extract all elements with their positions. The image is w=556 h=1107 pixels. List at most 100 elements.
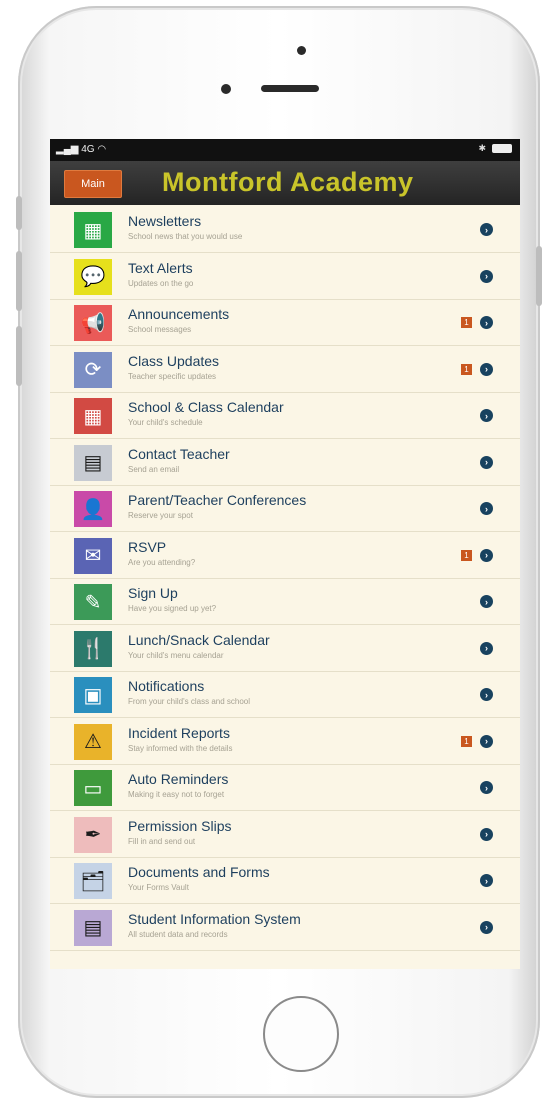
menu-row-title: Contact Teacher [128, 445, 230, 462]
person-silhouette-icon: 👤 [74, 491, 112, 527]
chevron-right-icon[interactable]: › [480, 827, 493, 841]
menu-row[interactable]: ▦ Newsletters School news that you would u… [50, 207, 520, 253]
front-camera [297, 46, 306, 55]
unread-badge: 1 [461, 363, 472, 375]
app-title: Montford Academy [162, 167, 414, 197]
menu-row[interactable]: ▭ Auto Reminders Making it easy not to for… [50, 765, 520, 811]
speech-bubble-icon: 💬 [74, 258, 112, 295]
menu-row-subtitle: School news that you would use [128, 232, 243, 241]
unread-badge: 1 [461, 735, 472, 747]
contact-card-icon: ▤ [74, 444, 112, 481]
phone-screen: ▂▄▆ 4G ◠ ✱ Main Montford Academy ▦ Newsle… [50, 139, 520, 969]
menu-row[interactable]: 🍴 Lunch/Snack Calendar Your child's menu c… [50, 626, 520, 672]
refresh-arrows-icon: ⟳ [74, 351, 112, 388]
menu-row-title: Notifications [128, 678, 205, 694]
menu-row-subtitle: From your child's class and school [128, 697, 251, 706]
nav-bar: Main Montford Academy [50, 161, 520, 205]
menu-row-title: Class Updates [128, 352, 220, 369]
menu-row-subtitle: Reserve your spot [128, 511, 193, 520]
chevron-right-icon[interactable]: › [480, 455, 493, 469]
unread-badge: 1 [461, 549, 472, 561]
menu-row-title: School & Class Calendar [128, 399, 284, 415]
volume-up-button [16, 251, 22, 311]
menu-row[interactable]: 🗂 Documents and Forms Your Forms Vault › [50, 858, 520, 904]
chevron-right-icon[interactable]: › [480, 874, 493, 887]
proximity-sensor [221, 84, 231, 94]
menu-row-title: Lunch/Snack Calendar [128, 631, 270, 648]
menu-row[interactable]: ✎ Sign Up Have you signed up yet? › [50, 579, 520, 625]
earpiece-speaker [261, 85, 319, 92]
menu-row-subtitle: Teacher specific updates [128, 371, 217, 381]
chevron-right-icon[interactable]: › [480, 362, 493, 376]
menu-row-subtitle: School messages [128, 325, 192, 334]
chevron-right-icon[interactable]: › [480, 223, 493, 236]
chevron-right-icon[interactable]: › [480, 920, 493, 934]
status-right: ✱ [478, 143, 512, 154]
calendar-icon: ▦ [74, 398, 112, 434]
chevron-right-icon[interactable]: › [480, 409, 493, 422]
menu-row-subtitle: Fill in and send out [128, 836, 196, 846]
chevron-right-icon[interactable]: › [480, 688, 493, 701]
menu-row[interactable]: ✉ RSVP Are you attending? 1 › [50, 533, 520, 579]
menu-row[interactable]: ▤ Contact Teacher Send an email › [50, 440, 520, 486]
menu-row-subtitle: Your child's menu calendar [128, 650, 224, 660]
menu-list: ▦ Newsletters School news that you would u… [50, 205, 520, 969]
menu-row-subtitle: Send an email [128, 464, 180, 474]
menu-row-subtitle: Your child's schedule [128, 418, 203, 427]
menu-row[interactable]: 👤 Parent/Teacher Conferences Reserve your … [50, 486, 520, 532]
inbox-tray-icon: ▭ [74, 770, 112, 806]
menu-row-title: Announcements [128, 306, 230, 322]
home-button[interactable] [263, 996, 339, 1072]
menu-row[interactable]: ⚠ Incident Reports Stay informed with the … [50, 719, 520, 765]
menu-row[interactable]: 📢 Announcements School messages 1 › [50, 300, 520, 346]
fork-knife-icon: 🍴 [74, 630, 112, 667]
menu-row-subtitle: Have you signed up yet? [128, 604, 217, 613]
status-bar: ▂▄▆ 4G ◠ ✱ [50, 139, 520, 161]
menu-row-title: Newsletters [128, 213, 202, 229]
network-type: 4G [81, 144, 95, 155]
menu-row-title: RSVP [128, 538, 167, 555]
edit-pencil-icon: ✎ [74, 584, 112, 620]
mute-switch [16, 196, 22, 230]
menu-row-subtitle: Updates on the go [128, 278, 194, 288]
menu-row[interactable]: ▣ Notifications From your child's class an… [50, 672, 520, 718]
signal-bars-icon: ▂▄▆ [56, 144, 82, 155]
menu-row-subtitle: Stay informed with the details [128, 743, 233, 753]
menu-row-title: Text Alerts [128, 259, 193, 276]
chevron-right-icon[interactable]: › [480, 269, 493, 283]
menu-row[interactable]: 💬 Text Alerts Updates on the go › [50, 254, 520, 300]
menu-row[interactable]: ▦ School & Class Calendar Your child's sch… [50, 393, 520, 439]
menu-row[interactable]: ⟳ Class Updates Teacher specific updates 1 › [50, 347, 520, 393]
newsletter-grid-icon: ▦ [74, 212, 112, 248]
chevron-right-icon[interactable]: › [480, 548, 493, 562]
menu-row[interactable]: ✒ Permission Slips Fill in and send out › [50, 812, 520, 858]
unread-badge: 1 [461, 317, 472, 328]
megaphone-icon: 📢 [74, 305, 112, 341]
chevron-right-icon[interactable]: › [480, 781, 493, 794]
main-button[interactable]: Main [64, 170, 122, 198]
menu-row-title: Sign Up [128, 585, 178, 601]
chevron-right-icon[interactable]: › [480, 316, 493, 329]
chevron-right-icon[interactable]: › [480, 734, 493, 748]
menu-row-title: Student Information System [128, 910, 301, 927]
menu-row[interactable]: ▤ Student Information System All student d… [50, 905, 520, 951]
battery-icon [492, 144, 512, 153]
chevron-right-icon[interactable]: › [480, 641, 493, 655]
menu-row-subtitle: Making it easy not to forget [128, 790, 225, 799]
menu-row-title: Incident Reports [128, 724, 230, 741]
chevron-right-icon[interactable]: › [480, 595, 493, 608]
menu-row-title: Parent/Teacher Conferences [128, 492, 307, 508]
id-card-icon: ▤ [74, 909, 112, 946]
menu-row-subtitle: All student data and records [128, 929, 228, 939]
warning-triangle-icon: ⚠ [74, 723, 112, 760]
power-button [536, 246, 542, 306]
menu-row-title: Documents and Forms [128, 864, 270, 880]
pen-icon: ✒ [74, 816, 112, 853]
volume-down-button [16, 326, 22, 386]
bluetooth-icon: ✱ [478, 143, 486, 153]
menu-row-subtitle: Are you attending? [128, 557, 196, 567]
wifi-icon: ◠ [94, 144, 107, 155]
chevron-right-icon[interactable]: › [480, 502, 493, 515]
menu-row-title: Permission Slips [128, 817, 232, 834]
notification-board-icon: ▣ [74, 677, 112, 713]
